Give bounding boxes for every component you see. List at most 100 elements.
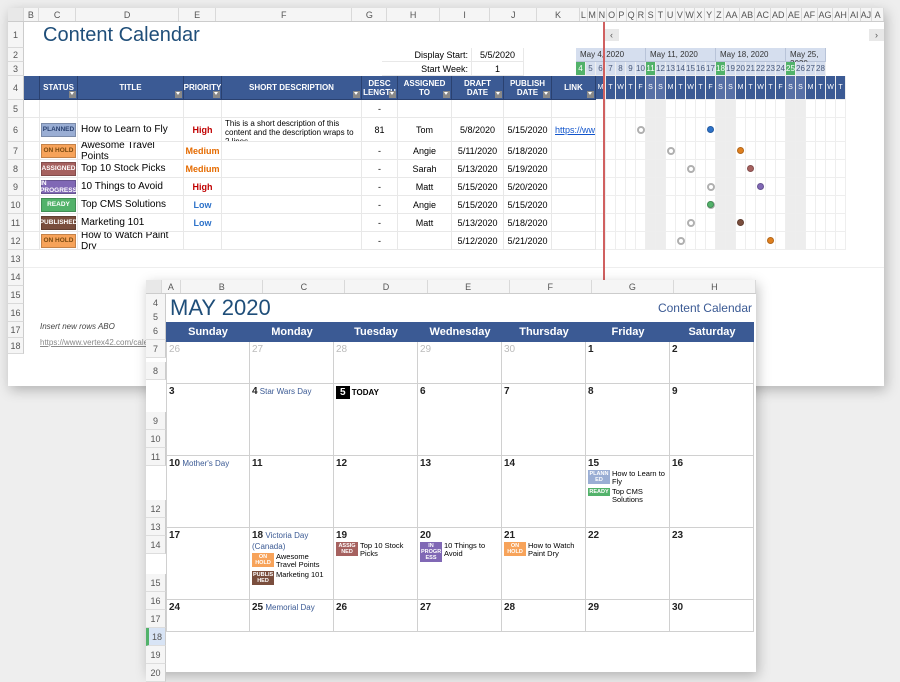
display-start-value[interactable]: 5/5/2020 xyxy=(472,48,524,62)
row-assigned[interactable]: Tom xyxy=(398,118,452,142)
attribution-link[interactable]: https://www.vertex42.com/calenda xyxy=(40,338,161,354)
row-priority[interactable] xyxy=(184,232,222,250)
filter-icon[interactable] xyxy=(353,91,360,98)
row-link[interactable] xyxy=(552,142,596,160)
filter-icon[interactable] xyxy=(495,91,502,98)
calendar-day-cell[interactable]: 3 xyxy=(166,384,250,456)
calendar-day-cell[interactable]: 12 xyxy=(334,456,418,528)
calendar-day-cell[interactable]: 8 xyxy=(586,384,670,456)
row-description[interactable] xyxy=(222,142,362,160)
table-row[interactable]: 9IN PROGRESS10 Things to AvoidHigh-Matt5… xyxy=(8,178,884,196)
row-assigned[interactable]: Angie xyxy=(398,142,452,160)
calendar-content-item[interactable]: ON HOLDHow to Watch Paint Dry xyxy=(504,542,583,559)
header-desclen[interactable]: DESC LENGTH xyxy=(362,76,398,100)
calendar-day-cell[interactable]: 26 xyxy=(334,600,418,632)
calendar-day-cell[interactable]: 17 xyxy=(166,528,250,600)
calendar-day-cell[interactable]: 22 xyxy=(586,528,670,600)
row-publish-date[interactable]: 5/21/2020 xyxy=(504,232,552,250)
gantt-scroll-left[interactable]: ‹ xyxy=(604,29,619,41)
row-title[interactable]: Top 10 Stock Picks xyxy=(78,160,184,178)
row-link[interactable] xyxy=(552,196,596,214)
calendar-day-cell[interactable]: 1 xyxy=(586,342,670,384)
calendar-day-cell[interactable]: 18 Victoria Day (Canada)ON HOLDAwesome T… xyxy=(250,528,334,600)
row-number[interactable]: 12 xyxy=(146,500,166,518)
table-row[interactable]: 7ON HOLDAwesome Travel PointsMedium-Angi… xyxy=(8,142,884,160)
calendar-day-cell[interactable]: 5 TODAY xyxy=(334,384,418,456)
calendar-day-cell[interactable]: 30 xyxy=(670,600,754,632)
row-number[interactable]: 16 xyxy=(146,592,166,610)
gantt-scroll-right[interactable]: › xyxy=(869,29,884,41)
row-assigned[interactable]: Sarah xyxy=(398,160,452,178)
calendar-day-cell[interactable]: 28 xyxy=(502,600,586,632)
calendar-day-cell[interactable]: 16 xyxy=(670,456,754,528)
row-number[interactable]: 3 xyxy=(8,62,24,76)
calendar-day-cell[interactable]: 6 xyxy=(418,384,502,456)
row-title[interactable]: How to Watch Paint Dry xyxy=(78,232,184,250)
filter-icon[interactable] xyxy=(213,91,220,98)
table-row[interactable]: 11PUBLISHEDMarketing 101Low-Matt5/13/202… xyxy=(8,214,884,232)
row-link[interactable] xyxy=(552,178,596,196)
row-assigned[interactable]: Matt xyxy=(398,178,452,196)
calendar-day-cell[interactable]: 9 xyxy=(670,384,754,456)
row-draft-date[interactable]: 5/12/2020 xyxy=(452,232,504,250)
row-publish-date[interactable]: 5/19/2020 xyxy=(504,160,552,178)
column-headers[interactable]: A BCDE FGH xyxy=(146,280,756,294)
calendar-day-cell[interactable]: 20IN PROGR ESS10 Things to Avoid xyxy=(418,528,502,600)
calendar-day-cell[interactable]: 23 xyxy=(670,528,754,600)
calendar-content-item[interactable]: ASSIG NEDTop 10 Stock Picks xyxy=(336,542,415,559)
row-priority[interactable]: Medium xyxy=(184,142,222,160)
row-link[interactable]: https://ww xyxy=(552,118,596,142)
calendar-day-cell[interactable]: 21ON HOLDHow to Watch Paint Dry xyxy=(502,528,586,600)
row-assigned[interactable] xyxy=(398,100,452,118)
table-row[interactable]: 5- xyxy=(8,100,884,118)
calendar-day-cell[interactable]: 19ASSIG NEDTop 10 Stock Picks xyxy=(334,528,418,600)
filter-icon[interactable] xyxy=(443,91,450,98)
row-draft-date[interactable]: 5/13/2020 xyxy=(452,214,504,232)
row-number[interactable]: 15 xyxy=(146,574,166,592)
row-number[interactable]: 19 xyxy=(146,646,166,664)
row-publish-date[interactable] xyxy=(504,100,552,118)
row-priority[interactable]: High xyxy=(184,178,222,196)
row-link[interactable] xyxy=(552,232,596,250)
row-priority[interactable] xyxy=(184,100,222,118)
row-number[interactable]: 4 xyxy=(8,76,24,100)
row-priority[interactable]: Low xyxy=(184,214,222,232)
row-draft-date[interactable]: 5/13/2020 xyxy=(452,160,504,178)
row-number[interactable]: 20 xyxy=(146,664,166,682)
calendar-day-cell[interactable]: 2 xyxy=(670,342,754,384)
calendar-content-item[interactable]: IN PROGR ESS10 Things to Avoid xyxy=(420,542,499,562)
calendar-day-cell[interactable]: 28 xyxy=(334,342,418,384)
row-description[interactable] xyxy=(222,214,362,232)
calendar-content-item[interactable]: PUBLIS HEDMarketing 101 xyxy=(252,571,331,585)
row-draft-date[interactable]: 5/8/2020 xyxy=(452,118,504,142)
row-description[interactable] xyxy=(222,178,362,196)
row-draft-date[interactable]: 5/15/2020 xyxy=(452,178,504,196)
calendar-day-cell[interactable]: 25 Memorial Day xyxy=(250,600,334,632)
table-row[interactable]: 12ON HOLDHow to Watch Paint Dry-5/12/202… xyxy=(8,232,884,250)
row-draft-date[interactable]: 5/11/2020 xyxy=(452,142,504,160)
row-title[interactable] xyxy=(78,100,184,118)
header-status[interactable]: STATUS xyxy=(40,76,78,100)
row-assigned[interactable] xyxy=(398,232,452,250)
filter-icon[interactable] xyxy=(175,91,182,98)
row-number[interactable]: 1 xyxy=(8,22,24,48)
row-link[interactable] xyxy=(552,160,596,178)
row-link[interactable] xyxy=(552,100,596,118)
calendar-content-item[interactable]: ON HOLDAwesome Travel Points xyxy=(252,553,331,570)
filter-icon[interactable] xyxy=(389,91,396,98)
row-assigned[interactable]: Angie xyxy=(398,196,452,214)
row-title[interactable]: How to Learn to Fly xyxy=(78,118,184,142)
calendar-day-cell[interactable]: 29 xyxy=(586,600,670,632)
column-headers[interactable]: BCDE FGHI JKL MNOP QRST UVWX YZ AAABAC A… xyxy=(8,8,884,22)
calendar-content-item[interactable]: READYTop CMS Solutions xyxy=(588,488,667,505)
row-description[interactable] xyxy=(222,232,362,250)
row-number[interactable]: 2 xyxy=(8,48,24,62)
calendar-content-item[interactable]: PLANN EDHow to Learn to Fly xyxy=(588,470,667,487)
row-number[interactable]: 11 xyxy=(146,448,166,466)
calendar-day-cell[interactable]: 27 xyxy=(418,600,502,632)
row-publish-date[interactable]: 5/20/2020 xyxy=(504,178,552,196)
calendar-day-cell[interactable]: 29 xyxy=(418,342,502,384)
header-assigned[interactable]: ASSIGNED TO xyxy=(398,76,452,100)
row-number[interactable]: 14 xyxy=(146,536,166,554)
calendar-day-cell[interactable]: 4 Star Wars Day xyxy=(250,384,334,456)
